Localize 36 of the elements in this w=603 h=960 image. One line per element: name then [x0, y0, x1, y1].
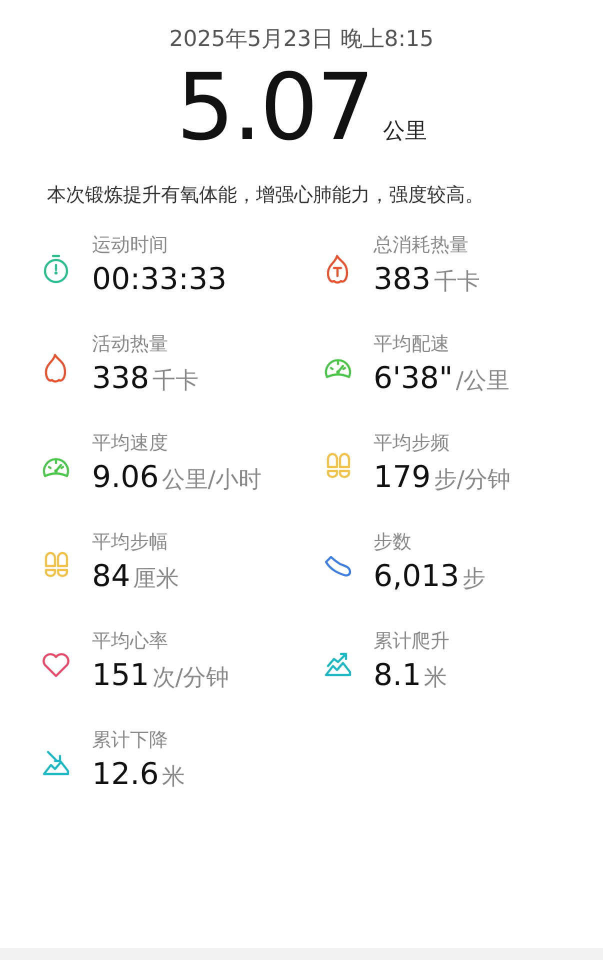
- stat-label: 活动热量: [92, 332, 169, 357]
- stat-value: 9.06: [92, 459, 159, 497]
- stat-label: 平均配速: [374, 332, 450, 357]
- stat-value: 151: [92, 657, 150, 695]
- stat-label: 步数: [374, 530, 412, 555]
- stat-unit: 米: [424, 664, 448, 693]
- distance-value: 5.07: [176, 62, 373, 154]
- stat-unit: 千卡: [434, 268, 480, 297]
- stat-unit: 步/分钟: [434, 466, 511, 495]
- stat-unit: 厘米: [133, 565, 180, 594]
- stat-value: 6'38": [374, 360, 453, 398]
- stat-label: 平均步幅: [92, 530, 169, 555]
- stat-label: 运动时间: [92, 233, 169, 258]
- stat-label: 平均速度: [92, 431, 169, 456]
- stat-value: 6,013: [374, 558, 460, 596]
- stat-value: 84: [92, 558, 130, 596]
- workout-date: 2025年5月23日 晚上8:15: [169, 26, 434, 54]
- stat-label: 平均心率: [92, 629, 169, 654]
- stat-unit: /公里: [456, 367, 510, 396]
- stat-unit: 千卡: [152, 367, 198, 396]
- workout-summary: 本次锻炼提升有氧体能，增强心肺能力，强度较高。: [47, 183, 485, 208]
- stat-unit: 次/分钟: [152, 664, 230, 693]
- stat-value: 00:33:33: [92, 261, 227, 299]
- stat-value: 338: [92, 360, 150, 398]
- stat-value: 12.6: [92, 756, 159, 794]
- stat-label: 累计下降: [92, 728, 169, 753]
- stat-unit: 米: [162, 763, 185, 792]
- stat-unit: 步: [462, 565, 486, 594]
- stat-value: 8.1: [374, 657, 422, 695]
- stat-label: 平均步频: [374, 431, 450, 456]
- stat-label: 总消耗热量: [374, 233, 470, 258]
- stat-unit: 公里/小时: [162, 466, 262, 495]
- stat-label: 累计爬升: [374, 629, 450, 654]
- stat-value: 383: [374, 261, 431, 299]
- distance-unit: 公里: [382, 118, 427, 146]
- stat-value: 179: [374, 459, 431, 497]
